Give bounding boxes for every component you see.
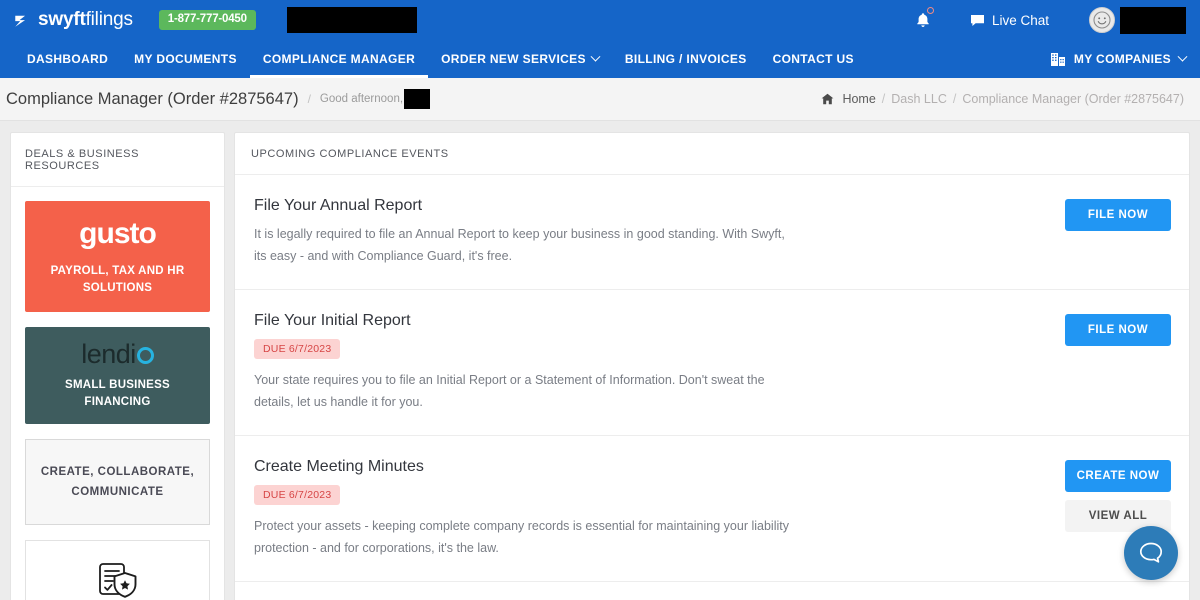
event-title: File Your Annual Report [254,197,423,214]
promo-card-collaborate[interactable]: CREATE, COLLABORATE, COMMUNICATE [25,438,210,525]
header-right-cluster: Live Chat [909,4,1186,36]
nav-item-billing-invoices[interactable]: BILLING / INVOICES [612,40,760,78]
promo-icon-wrap [40,561,195,600]
event-body: Create Meeting Minutes DUE 6/7/2023 Prot… [254,458,1045,559]
event-body: File Your Initial Report DUE 6/7/2023 Yo… [254,312,1045,413]
file-now-button[interactable]: FILE NOW [1065,199,1171,231]
lendio-logo-text: lendi [35,341,200,368]
nav-item-label: ORDER NEW SERVICES [441,52,586,66]
nav-item-label: DASHBOARD [27,52,109,66]
chat-widget-button[interactable] [1124,526,1178,580]
breadcrumb-item-company[interactable]: Dash LLC [891,92,947,106]
page-subheader: Compliance Manager (Order #2875647) / Go… [0,78,1200,121]
redacted-company-name [286,7,417,33]
notifications-button[interactable] [909,6,937,34]
promo-tagline: PAYROLL, TAX AND HR SOLUTIONS [50,265,185,294]
live-chat-label: Live Chat [991,12,1049,28]
due-date-badge: DUE 6/7/2023 [254,485,341,505]
promo-card-lendio[interactable]: lendi SMALL BUSINESS FINANCING [25,327,210,424]
sidebar-panel: DEALS & BUSINESS RESOURCES gusto PAYROLL… [10,132,225,600]
breadcrumb-slash: / [952,92,957,106]
notification-badge-dot [926,7,934,14]
breadcrumb-item-current: Compliance Manager (Order #2875647) [962,92,1184,106]
event-description: Protect your assets - keeping complete c… [254,519,789,555]
main-content-area: DEALS & BUSINESS RESOURCES gusto PAYROLL… [0,121,1200,600]
nav-item-label: MY DOCUMENTS [134,52,237,66]
greeting-text: Good afternoon, [319,93,404,105]
lendio-o-ring-icon [136,347,154,365]
title-separator: / [307,92,311,106]
phone-badge[interactable]: 1-877-777-0450 [158,10,256,30]
due-date-badge: DUE 6/7/2023 [254,339,341,359]
sidebar-heading: DEALS & BUSINESS RESOURCES [11,133,224,187]
main-nav: DASHBOARD MY DOCUMENTS COMPLIANCE MANAGE… [0,40,1200,78]
redacted-user-name [1120,6,1186,34]
my-companies-menu[interactable]: MY COMPANIES [1050,40,1188,78]
event-body: File Your Annual Report It is legally re… [254,197,1045,267]
nav-item-compliance-manager[interactable]: COMPLIANCE MANAGER [249,40,429,78]
file-now-button[interactable]: FILE NOW [1065,314,1171,346]
event-title: Create Meeting Minutes [254,458,424,475]
event-actions: FILE NOW [1065,312,1171,346]
brand-logo[interactable]: swyftfilings [14,9,133,31]
event-title: File Your Initial Report [254,312,411,329]
user-avatar-icon [1093,11,1111,29]
create-now-button[interactable]: CREATE NOW [1065,460,1171,492]
home-icon [822,93,834,105]
my-companies-label: MY COMPANIES [1073,52,1171,66]
live-chat-button[interactable]: Live Chat [970,13,1049,28]
brand-name: swyftfilings [38,9,133,31]
nav-item-my-documents[interactable]: MY DOCUMENTS [121,40,250,78]
event-actions: FILE NOW [1065,197,1171,231]
sidebar-promo-list: gusto PAYROLL, TAX AND HR SOLUTIONS lend… [11,187,224,600]
gusto-logo-text: gusto [79,217,157,250]
promo-card-insurance[interactable]: FREE BUSINESS INSURANCE QUOTES [25,539,210,600]
promo-tagline: SMALL BUSINESS FINANCING [65,379,170,409]
top-header: swyftfilings 1-877-777-0450 Live Chat DA… [0,0,1200,78]
nav-item-order-new-services[interactable]: ORDER NEW SERVICES [428,40,612,78]
chat-bubble-fab-icon [1139,542,1163,563]
nav-item-label: COMPLIANCE MANAGER [262,52,416,66]
panel-heading: UPCOMING COMPLIANCE EVENTS [235,133,1189,175]
breadcrumb-slash: / [881,92,886,106]
compliance-event-row: File an Amendment Update your business's… [235,582,1189,600]
page-title: Compliance Manager (Order #2875647) [6,89,299,108]
chat-bubble-icon [970,14,984,26]
bell-icon [917,12,929,27]
avatar[interactable] [1089,7,1115,33]
redacted-greeting-name [404,89,431,109]
brand-name-bold: swyft [38,9,86,30]
brand-name-light: filings [85,9,133,30]
compliance-event-row: File Your Initial Report DUE 6/7/2023 Yo… [235,290,1189,436]
nav-item-dashboard[interactable]: DASHBOARD [14,40,121,78]
compliance-events-panel: UPCOMING COMPLIANCE EVENTS File Your Ann… [234,132,1190,600]
nav-item-contact-us[interactable]: CONTACT US [760,40,867,78]
chevron-down-icon [1177,51,1188,62]
page-root: swyftfilings 1-877-777-0450 Live Chat DA… [0,0,1200,600]
event-description: It is legally required to file an Annual… [254,227,785,263]
event-actions: CREATE NOW VIEW ALL [1065,458,1171,532]
lendio-wordmark: lendi [81,339,136,370]
nav-item-label: CONTACT US [772,52,854,66]
event-description: Your state requires you to file an Initi… [254,373,765,409]
breadcrumb-item-home[interactable]: Home [842,92,875,106]
nav-item-label: BILLING / INVOICES [624,52,747,66]
chevron-down-icon [590,51,601,62]
breadcrumb: Home / Dash LLC / Compliance Manager (Or… [821,92,1184,106]
compliance-event-row: Create Meeting Minutes DUE 6/7/2023 Prot… [235,436,1189,582]
building-icon [1050,52,1065,66]
promo-card-gusto[interactable]: gusto PAYROLL, TAX AND HR SOLUTIONS [25,201,210,313]
swyft-s-mark-icon [15,15,26,27]
header-utility-row: swyftfilings 1-877-777-0450 Live Chat [0,0,1200,40]
document-shield-icon [98,563,136,598]
compliance-event-row: File Your Annual Report It is legally re… [235,175,1189,290]
